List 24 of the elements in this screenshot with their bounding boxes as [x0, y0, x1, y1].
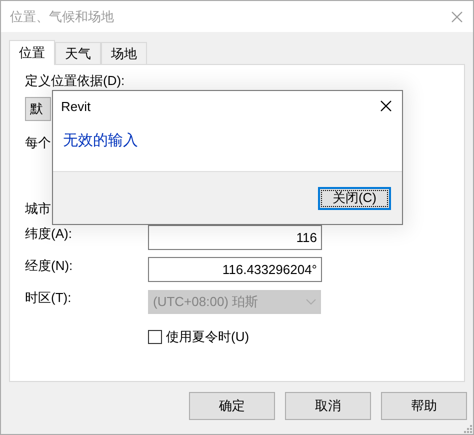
tab[interactable]: 位置: [9, 40, 55, 65]
message-box-title: Revit: [61, 98, 91, 114]
close-icon[interactable]: [380, 100, 392, 112]
location-dropdown[interactable]: 默: [25, 97, 51, 121]
field-label: 每个: [25, 134, 51, 152]
tab[interactable]: 天气: [55, 42, 101, 64]
chevron-icon: [306, 298, 316, 304]
field-label: 时区(T):: [25, 289, 72, 307]
dialog-button[interactable]: 帮助: [381, 392, 467, 420]
checkbox-label[interactable]: 使用夏令时(U): [166, 328, 250, 346]
dialog-button[interactable]: 取消: [285, 392, 371, 420]
field-label: 城市: [25, 200, 51, 218]
resize-grip-icon[interactable]: [464, 425, 472, 433]
field-label: 经度(N):: [25, 257, 74, 275]
latitude-field[interactable]: 116: [148, 225, 322, 250]
tab[interactable]: 场地: [101, 42, 147, 64]
checkbox[interactable]: [148, 330, 162, 344]
window-title: 位置、气候和场地: [10, 8, 114, 26]
longitude-field[interactable]: 116.433296204°: [148, 257, 322, 282]
dialog-button[interactable]: 确定: [189, 392, 275, 420]
field-label: 纬度(A):: [25, 225, 73, 243]
error-message: 无效的输入: [62, 131, 139, 151]
field-label: 定义位置依据(D):: [25, 72, 125, 90]
close-button[interactable]: 关闭(C): [318, 186, 391, 210]
